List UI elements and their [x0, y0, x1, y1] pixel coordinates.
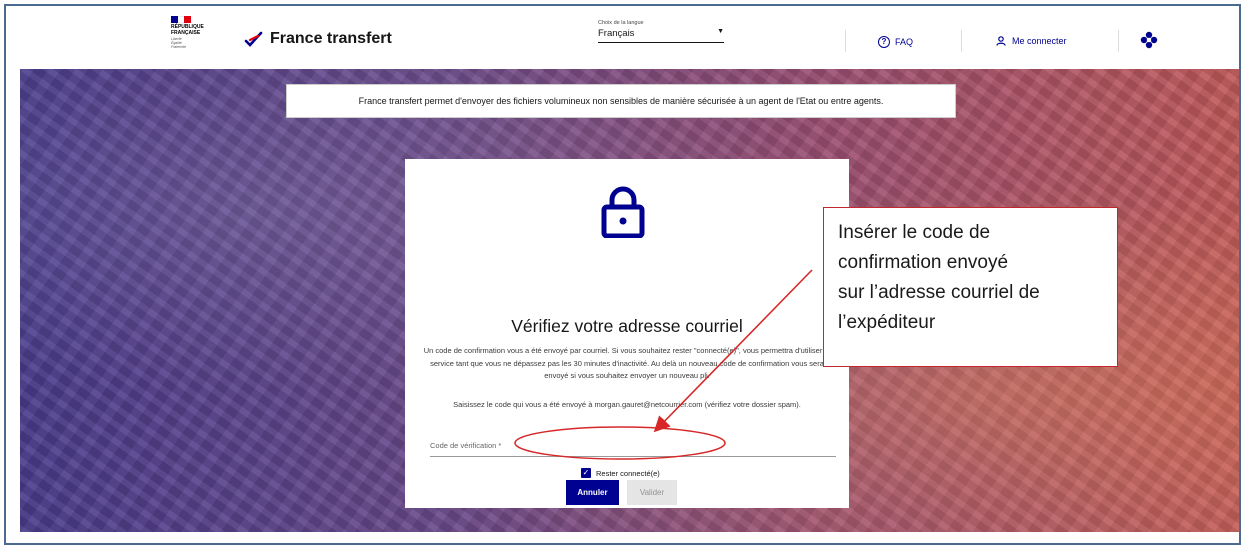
lock-icon	[601, 186, 645, 238]
language-selector[interactable]: Choix de la langue Français ▼	[598, 20, 724, 43]
info-banner: France transfert permet d'envoyer des fi…	[286, 84, 956, 118]
french-flag-icon	[171, 16, 192, 23]
login-label: Me connecter	[1012, 36, 1067, 46]
verification-card: Vérifiez votre adresse courriel Un code …	[405, 159, 849, 508]
user-icon	[996, 36, 1006, 46]
stay-connected-checkbox[interactable]: ✓ Rester connecté(e)	[581, 468, 660, 478]
gov-motto: Liberté Égalité Fraternité	[171, 37, 207, 49]
language-value: Français	[598, 28, 635, 39]
confirmation-info-text: Un code de confirmation vous a été envoy…	[423, 346, 831, 380]
header-divider	[1118, 30, 1119, 52]
brand-title: France transfert	[270, 30, 392, 47]
header-divider	[845, 30, 846, 52]
annotation-callout: Insérer le code de confirmation envoyé s…	[823, 207, 1118, 367]
header-divider	[961, 30, 962, 52]
france-transfert-logo-icon	[244, 31, 263, 47]
language-select[interactable]: Français ▼	[598, 28, 724, 43]
gov-motto-line-3: Fraternité	[171, 45, 186, 49]
info-banner-text: France transfert permet d'envoyer des fi…	[358, 96, 884, 106]
question-circle-icon: ?	[878, 36, 890, 48]
annotation-line-4: l’expéditeur	[838, 312, 936, 333]
brand-link[interactable]: France transfert	[244, 30, 392, 48]
caret-down-icon: ▼	[717, 28, 724, 35]
enter-code-instructions: Saisissez le code qui vous a été envoyé …	[453, 400, 801, 409]
flower-menu-icon[interactable]	[1140, 31, 1158, 49]
verification-code-input[interactable]	[430, 437, 836, 457]
language-label: Choix de la langue	[598, 20, 644, 26]
annotation-line-2: confirmation envoyé	[838, 252, 1009, 273]
annotation-line-3: sur l’adresse courriel de	[838, 282, 1040, 303]
site-header: RÉPUBLIQUE FRANÇAISE Liberté Égalité Fra…	[6, 6, 1239, 66]
annotation-line-1: Insérer le code de	[838, 222, 991, 243]
checkbox-checked-icon[interactable]: ✓	[581, 468, 591, 478]
republique-francaise-logo[interactable]: RÉPUBLIQUE FRANÇAISE Liberté Égalité Fra…	[171, 16, 207, 49]
validate-button[interactable]: Valider	[627, 480, 677, 505]
cancel-button[interactable]: Annuler	[566, 480, 619, 505]
card-title: Vérifiez votre adresse courriel	[511, 316, 743, 336]
stay-connected-label: Rester connecté(e)	[596, 468, 660, 478]
screenshot-frame: RÉPUBLIQUE FRANÇAISE Liberté Égalité Fra…	[4, 4, 1241, 545]
faq-label: FAQ	[895, 37, 914, 47]
gov-logo-line-2: FRANÇAISE	[171, 29, 201, 36]
faq-link[interactable]: ? FAQ	[878, 36, 913, 48]
login-link[interactable]: Me connecter	[996, 36, 1067, 46]
